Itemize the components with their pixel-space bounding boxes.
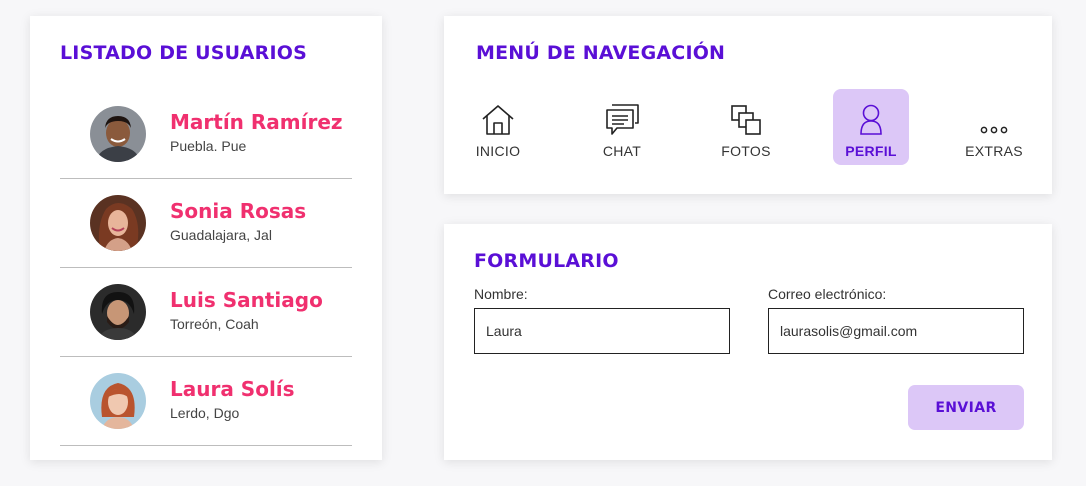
home-icon xyxy=(480,97,516,137)
submit-button[interactable]: ENVIAR xyxy=(908,385,1024,430)
nav-label: INICIO xyxy=(475,143,521,159)
nav-label: EXTRAS xyxy=(965,143,1023,159)
chat-icon xyxy=(604,97,640,137)
list-item[interactable]: Martín Ramírez Puebla. Pue xyxy=(60,90,352,179)
form-card: FORMULARIO Nombre: Correo electrónico: E… xyxy=(444,224,1052,460)
navigation-title: MENÚ DE NAVEGACIÓN xyxy=(476,42,726,64)
name-field-label: Nombre: xyxy=(474,286,528,302)
avatar xyxy=(90,373,146,429)
avatar xyxy=(90,195,146,251)
nav-label: FOTOS xyxy=(721,143,771,159)
navigation-card: MENÚ DE NAVEGACIÓN INICIO CHAT FOTOS PER… xyxy=(444,16,1052,194)
user-list-card: LISTADO DE USUARIOS Martín Ramírez Puebl… xyxy=(30,16,382,460)
email-field-label: Correo electrónico: xyxy=(768,286,887,302)
photos-icon xyxy=(728,97,764,137)
user-name: Sonia Rosas xyxy=(170,199,307,223)
user-icon xyxy=(853,97,889,137)
user-location: Guadalajara, Jal xyxy=(170,227,272,243)
more-icon xyxy=(976,97,1012,137)
nav-item-inicio[interactable]: INICIO xyxy=(460,89,536,165)
user-name: Luis Santiago xyxy=(170,288,323,312)
list-item[interactable]: Sonia Rosas Guadalajara, Jal xyxy=(60,179,352,268)
user-list-title: LISTADO DE USUARIOS xyxy=(60,42,307,64)
avatar xyxy=(90,106,146,162)
nav-label: CHAT xyxy=(602,143,642,159)
user-location: Puebla. Pue xyxy=(170,138,247,154)
user-location: Torreón, Coah xyxy=(170,316,259,332)
user-name: Martín Ramírez xyxy=(170,110,343,134)
nav-label: PERFIL xyxy=(845,143,897,159)
nav-item-fotos[interactable]: FOTOS xyxy=(708,89,784,165)
user-list: Martín Ramírez Puebla. Pue Sonia Rosas G… xyxy=(60,90,352,446)
list-item[interactable]: Laura Solís Lerdo, Dgo xyxy=(60,357,352,446)
user-name: Laura Solís xyxy=(170,377,295,401)
nav-item-chat[interactable]: CHAT xyxy=(584,89,660,165)
name-field[interactable] xyxy=(474,308,730,354)
nav-item-extras[interactable]: EXTRAS xyxy=(956,89,1032,165)
form-title: FORMULARIO xyxy=(474,250,619,272)
email-field[interactable] xyxy=(768,308,1024,354)
list-item[interactable]: Luis Santiago Torreón, Coah xyxy=(60,268,352,357)
avatar xyxy=(90,284,146,340)
nav-item-perfil[interactable]: PERFIL xyxy=(833,89,909,165)
user-location: Lerdo, Dgo xyxy=(170,405,240,421)
